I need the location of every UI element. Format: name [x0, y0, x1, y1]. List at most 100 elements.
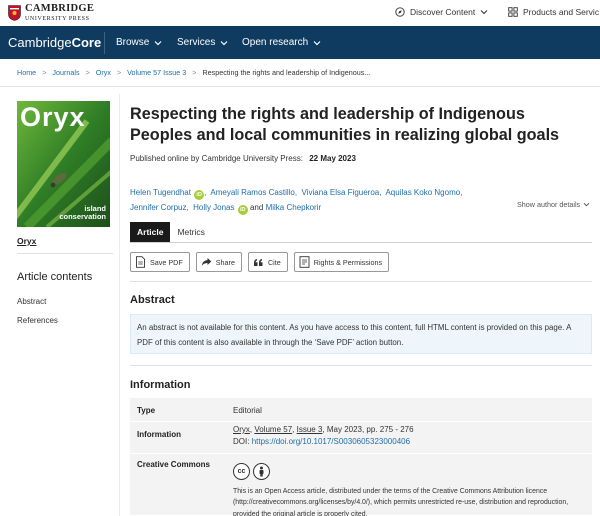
pdf-icon: [136, 256, 145, 268]
author-conjunction: and: [249, 203, 264, 212]
info-row-type: Type Editorial: [130, 398, 592, 422]
journal-link[interactable]: Oryx: [17, 236, 36, 246]
main-navbar: CambridgeCore Browse Services Open resea…: [0, 26, 600, 59]
nav-services[interactable]: Services: [177, 37, 228, 48]
chevron-down-icon: [220, 40, 228, 45]
cover-subtitle-line-2: conservation: [59, 212, 106, 222]
author-link[interactable]: Ameyali Ramos Castillo: [210, 188, 294, 197]
attribution-icon: [253, 463, 270, 480]
cite-button[interactable]: Cite: [247, 252, 288, 272]
author-link[interactable]: Jennifer Corpuz: [130, 203, 186, 212]
cambridge-core-brand[interactable]: CambridgeCore: [8, 35, 101, 50]
published-date: 22 May 2023: [309, 154, 356, 163]
info-val-citation: Oryx, Volume 57, Issue 3, May 2023, pp. …: [233, 425, 414, 434]
doi-link[interactable]: https://doi.org/10.1017/S003060532300040…: [252, 437, 410, 446]
cover-subtitle: island conservation: [59, 204, 106, 222]
breadcrumb: Home > Journals > Oryx > Volume 57 Issue…: [17, 68, 370, 77]
chevron-down-icon: [583, 202, 590, 207]
chevron-down-icon: [480, 10, 488, 15]
info-val-type: Editorial: [233, 406, 262, 415]
sidebar-divider: [17, 253, 113, 254]
orcid-icon[interactable]: iD: [194, 190, 205, 200]
issue-link[interactable]: Issue 3: [297, 425, 323, 434]
author-link[interactable]: Holly Jonas: [193, 203, 234, 212]
cover-journal-title: Oryx: [20, 102, 86, 132]
author-link[interactable]: Helen Tugendhat: [130, 188, 191, 197]
save-pdf-label: Save PDF: [150, 257, 183, 267]
author-list: Helen Tugendhat iD, Ameyali Ramos Castil…: [130, 188, 463, 215]
journal-cover-image[interactable]: Oryx island conservation: [17, 101, 110, 227]
discover-content-label: Discover Content: [410, 7, 476, 17]
logo-line-1: CAMBRIDGE: [25, 3, 95, 14]
author-link[interactable]: Aquilas Koko Ngomo: [385, 188, 460, 197]
breadcrumb-oryx[interactable]: Oryx: [96, 68, 111, 77]
info-val-doi: DOI: https://doi.org/10.1017/S0030605323…: [233, 437, 410, 446]
info-row-creative-commons: Creative Commons cc This is an Open Acce…: [130, 454, 592, 516]
chevron-down-icon: [154, 40, 162, 45]
date-pages: , May 2023, pp. 275 - 276: [322, 425, 414, 434]
abstract-heading: Abstract: [130, 294, 175, 306]
products-services-label: Products and Servic: [523, 7, 600, 17]
article-tabs: Article Metrics: [130, 222, 212, 242]
cite-label: Cite: [267, 257, 281, 267]
brand-prefix: Cambridge: [8, 35, 72, 50]
nav-open-research-label: Open research: [242, 37, 309, 48]
show-author-details-toggle[interactable]: Show author details: [517, 200, 590, 209]
discover-content-menu[interactable]: Discover Content: [395, 7, 488, 17]
permissions-icon: [299, 256, 310, 268]
products-services-menu[interactable]: Products and Servic: [508, 7, 599, 17]
save-pdf-button[interactable]: Save PDF: [130, 252, 190, 272]
chevron-down-icon: [313, 40, 321, 45]
information-table: Type Editorial Information Oryx, Volume …: [130, 398, 592, 516]
published-line: Published online by Cambridge University…: [130, 154, 356, 163]
top-utility-bar: CAMBRIDGE UNIVERSITY PRESS Discover Cont…: [0, 0, 600, 26]
contents-item-abstract[interactable]: Abstract: [17, 297, 46, 306]
breadcrumb-separator: >: [42, 68, 47, 77]
rights-permissions-button[interactable]: Rights & Permissions: [293, 252, 390, 272]
article-actions: Save PDF Share Cite Rights & Permissions: [130, 252, 390, 272]
grid-icon: [508, 7, 518, 17]
breadcrumb-separator: >: [116, 68, 122, 77]
breadcrumb-home[interactable]: Home: [17, 68, 36, 77]
share-button[interactable]: Share: [195, 252, 242, 272]
published-prefix: Published online by Cambridge University…: [130, 154, 303, 163]
cc-icon: cc: [233, 463, 250, 480]
quote-icon: [253, 258, 263, 266]
abstract-notice: An abstract is not available for this co…: [130, 314, 592, 354]
volume-link[interactable]: Volume 57: [254, 425, 292, 434]
nav-browse-label: Browse: [116, 37, 150, 48]
breadcrumb-journals[interactable]: Journals: [52, 68, 79, 77]
breadcrumb-separator: >: [192, 68, 197, 77]
info-key-type: Type: [137, 406, 156, 415]
breadcrumb-separator: >: [85, 68, 90, 77]
journal-link[interactable]: Oryx: [233, 425, 250, 434]
compass-icon: [395, 7, 405, 17]
person-icon: [259, 466, 264, 477]
doi-prefix: DOI:: [233, 437, 250, 446]
tab-metrics[interactable]: Metrics: [170, 222, 211, 242]
info-key-creative-commons: Creative Commons: [137, 460, 210, 469]
author-link[interactable]: Milka Chepkorir: [266, 203, 322, 212]
nav-browse[interactable]: Browse: [116, 37, 162, 48]
orcid-icon[interactable]: iD: [237, 205, 248, 215]
author-link[interactable]: Viviana Elsa Figueroa: [302, 188, 380, 197]
section-divider: [130, 281, 592, 282]
info-key-information: Information: [137, 430, 181, 439]
column-divider: [119, 94, 120, 516]
share-icon: [201, 258, 212, 266]
cambridge-shield-icon: [8, 4, 21, 21]
nav-open-research[interactable]: Open research: [242, 37, 321, 48]
tabs-underline: [130, 242, 592, 243]
section-divider: [130, 365, 592, 366]
logo-line-2: UNIVERSITY PRESS: [25, 15, 90, 22]
breadcrumb-current: Respecting the rights and leadership of …: [202, 68, 371, 77]
cc-license-badges[interactable]: cc: [233, 463, 270, 480]
contents-item-references[interactable]: References: [17, 316, 58, 325]
rights-permissions-label: Rights & Permissions: [313, 257, 383, 267]
cc-license-text: This is an Open Access article, distribu…: [233, 488, 569, 516]
tab-article[interactable]: Article: [130, 222, 171, 242]
cambridge-logo[interactable]: CAMBRIDGE UNIVERSITY PRESS: [8, 3, 95, 22]
article-title: Respecting the rights and leadership of …: [130, 105, 560, 145]
breadcrumb-issue[interactable]: Volume 57 Issue 3: [127, 68, 186, 77]
info-row-information: Information Oryx, Volume 57, Issue 3, Ma…: [130, 422, 592, 454]
